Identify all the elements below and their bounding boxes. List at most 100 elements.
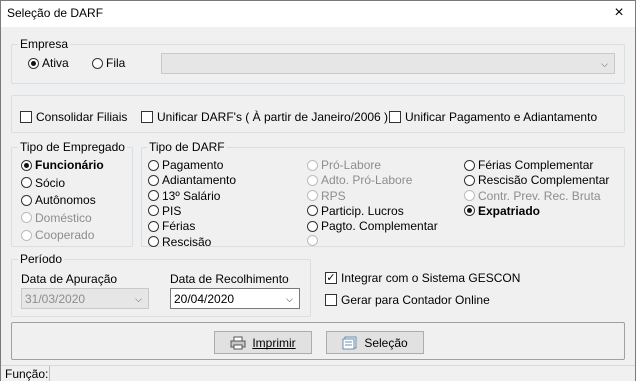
radio-darf-rescisao[interactable]: Rescisão: [148, 235, 211, 249]
radio-darf-adiantamento[interactable]: Adiantamento: [148, 173, 236, 187]
radio-empregado-socio[interactable]: Sócio: [21, 176, 65, 190]
status-bar: Função:: [1, 365, 635, 381]
radio-ativa-dot: [28, 57, 39, 69]
radio-dot: [21, 229, 32, 241]
selection-icon: [342, 336, 357, 349]
radio-darf-pagto-complementar-4[interactable]: Pagto. Complementar: [307, 219, 438, 233]
radio-dot: [307, 174, 318, 186]
contador-label: Gerar para Contador Online: [341, 293, 490, 307]
radio-label: Rescisão Complementar: [478, 173, 610, 188]
chevron-down-icon: ⌵: [135, 294, 142, 304]
radio-dot: [148, 236, 159, 247]
radio-darf-ferias[interactable]: Férias: [148, 219, 195, 233]
printer-icon: [230, 336, 246, 349]
radio-ativa[interactable]: Ativa: [28, 56, 69, 70]
radio-dot: [21, 177, 32, 188]
gescon-checkbox[interactable]: ✓ Integrar com o Sistema GESCON: [325, 271, 520, 285]
radio-label: Contr. Prev. Rec. Bruta: [478, 188, 601, 203]
window-title: Seleção de DARF: [7, 6, 104, 20]
title-bar: Seleção de DARF ×: [1, 1, 635, 27]
radio-empregado-domestico: Doméstico: [21, 211, 92, 225]
radio-label: Adto. Pró-Labore: [321, 173, 413, 188]
radio-dot: [464, 174, 475, 186]
radio-label: Adiantamento: [162, 173, 237, 188]
selecao-button[interactable]: Seleção: [326, 331, 424, 354]
radio-darf-expatriado[interactable]: Expatriado: [464, 204, 540, 218]
buttons-panel: [11, 322, 625, 360]
apuracao-value: 31/03/2020: [25, 292, 86, 306]
radio-darf-empty-5: [307, 234, 321, 246]
radio-label: Autônomos: [35, 193, 96, 207]
unificar-darf-label: Unificar DARF's ( À partir de Janeiro/20…: [157, 110, 389, 124]
radio-darf-rescisao-complementar[interactable]: Rescisão Complementar: [464, 173, 609, 187]
empresa-title: Empresa: [18, 37, 71, 51]
unificar-pagamento-box: [389, 111, 401, 123]
radio-label: Expatriado: [478, 203, 541, 218]
empresa-combo[interactable]: ⌵: [161, 53, 615, 74]
radio-label: Férias Complementar: [478, 158, 594, 172]
dialog-window: Seleção de DARF × Empresa Ativa Fila ⌵ C…: [0, 0, 636, 381]
radio-dot: [148, 220, 159, 232]
radio-label: PIS: [162, 203, 182, 218]
radio-darf-pis[interactable]: PIS: [148, 204, 181, 218]
radio-darf-pagamento[interactable]: Pagamento: [148, 158, 223, 172]
radio-label: Pagto. Complementar: [321, 219, 438, 234]
radio-dot: [148, 174, 159, 186]
tipo-empregado-title: Tipo de Empregado: [18, 140, 127, 154]
radio-darf-ferias-complementar[interactable]: Férias Complementar: [464, 158, 593, 172]
radio-dot: [307, 190, 318, 202]
radio-label: Férias: [162, 219, 196, 234]
status-divider: [49, 366, 50, 381]
unificar-pagamento-checkbox[interactable]: Unificar Pagamento e Adiantamento: [389, 110, 597, 124]
radio-label: 13º Salário: [162, 188, 221, 203]
recolhimento-value: 20/04/2020: [174, 292, 235, 306]
radio-label: Rescisão: [162, 234, 212, 249]
check-icon: ✓: [325, 272, 337, 284]
radio-label: Funcionário: [35, 158, 104, 172]
periodo-title: Período: [18, 252, 65, 266]
close-icon[interactable]: ×: [609, 3, 629, 23]
contador-checkbox[interactable]: Gerar para Contador Online: [325, 293, 490, 307]
apuracao-datepicker: 31/03/2020 ⌵: [21, 288, 149, 309]
radio-darf-rps-2: RPS: [307, 189, 346, 203]
unificar-darf-checkbox[interactable]: Unificar DARF's ( À partir de Janeiro/20…: [141, 110, 388, 124]
consolidar-label: Consolidar Filiais: [36, 110, 128, 124]
radio-label: Particip. Lucros: [321, 203, 404, 218]
funcao-label: Função:: [5, 367, 49, 381]
radio-dot: [21, 212, 32, 223]
radio-dot: [21, 194, 32, 206]
radio-darf-particip-lucros-3[interactable]: Particip. Lucros: [307, 204, 404, 218]
recolhimento-datepicker[interactable]: 20/04/2020 ⌵: [170, 288, 300, 309]
gescon-label: Integrar com o Sistema GESCON: [341, 271, 521, 285]
radio-empregado-funcionario[interactable]: Funcionário: [21, 158, 104, 172]
radio-empregado-autonomos[interactable]: Autônomos: [21, 193, 96, 207]
radio-darf-contr-prev-rec-bruta: Contr. Prev. Rec. Bruta: [464, 189, 601, 203]
radio-dot: [307, 220, 318, 232]
radio-label: Cooperado: [35, 228, 95, 242]
chevron-down-icon[interactable]: ⌵: [281, 290, 298, 307]
radio-darf-13-salario[interactable]: 13º Salário: [148, 189, 220, 203]
contador-box: [325, 294, 337, 306]
consolidar-checkbox[interactable]: Consolidar Filiais: [20, 110, 127, 124]
consolidar-box: [20, 111, 32, 123]
radio-fila[interactable]: Fila: [92, 56, 125, 70]
chevron-down-icon: ⌵: [601, 59, 608, 69]
radio-dot: [148, 190, 159, 202]
radio-dot: [148, 205, 159, 217]
radio-dot: [464, 205, 475, 217]
radio-label: Sócio: [35, 175, 66, 190]
radio-dot: [464, 159, 475, 171]
tipo-darf-title: Tipo de DARF: [147, 140, 227, 154]
apuracao-label: Data de Apuração: [21, 272, 118, 286]
radio-label: RPS: [321, 188, 346, 203]
radio-fila-dot: [92, 57, 103, 69]
radio-label: Pagamento: [162, 158, 224, 172]
radio-dot: [307, 159, 318, 171]
recolhimento-label: Data de Recolhimento: [170, 272, 289, 286]
imprimir-button[interactable]: Imprimir: [214, 331, 312, 354]
radio-label: Doméstico: [35, 210, 92, 225]
radio-dot: [307, 234, 318, 246]
radio-dot: [307, 205, 318, 217]
radio-dot: [464, 190, 475, 202]
radio-empregado-cooperado: Cooperado: [21, 228, 94, 242]
